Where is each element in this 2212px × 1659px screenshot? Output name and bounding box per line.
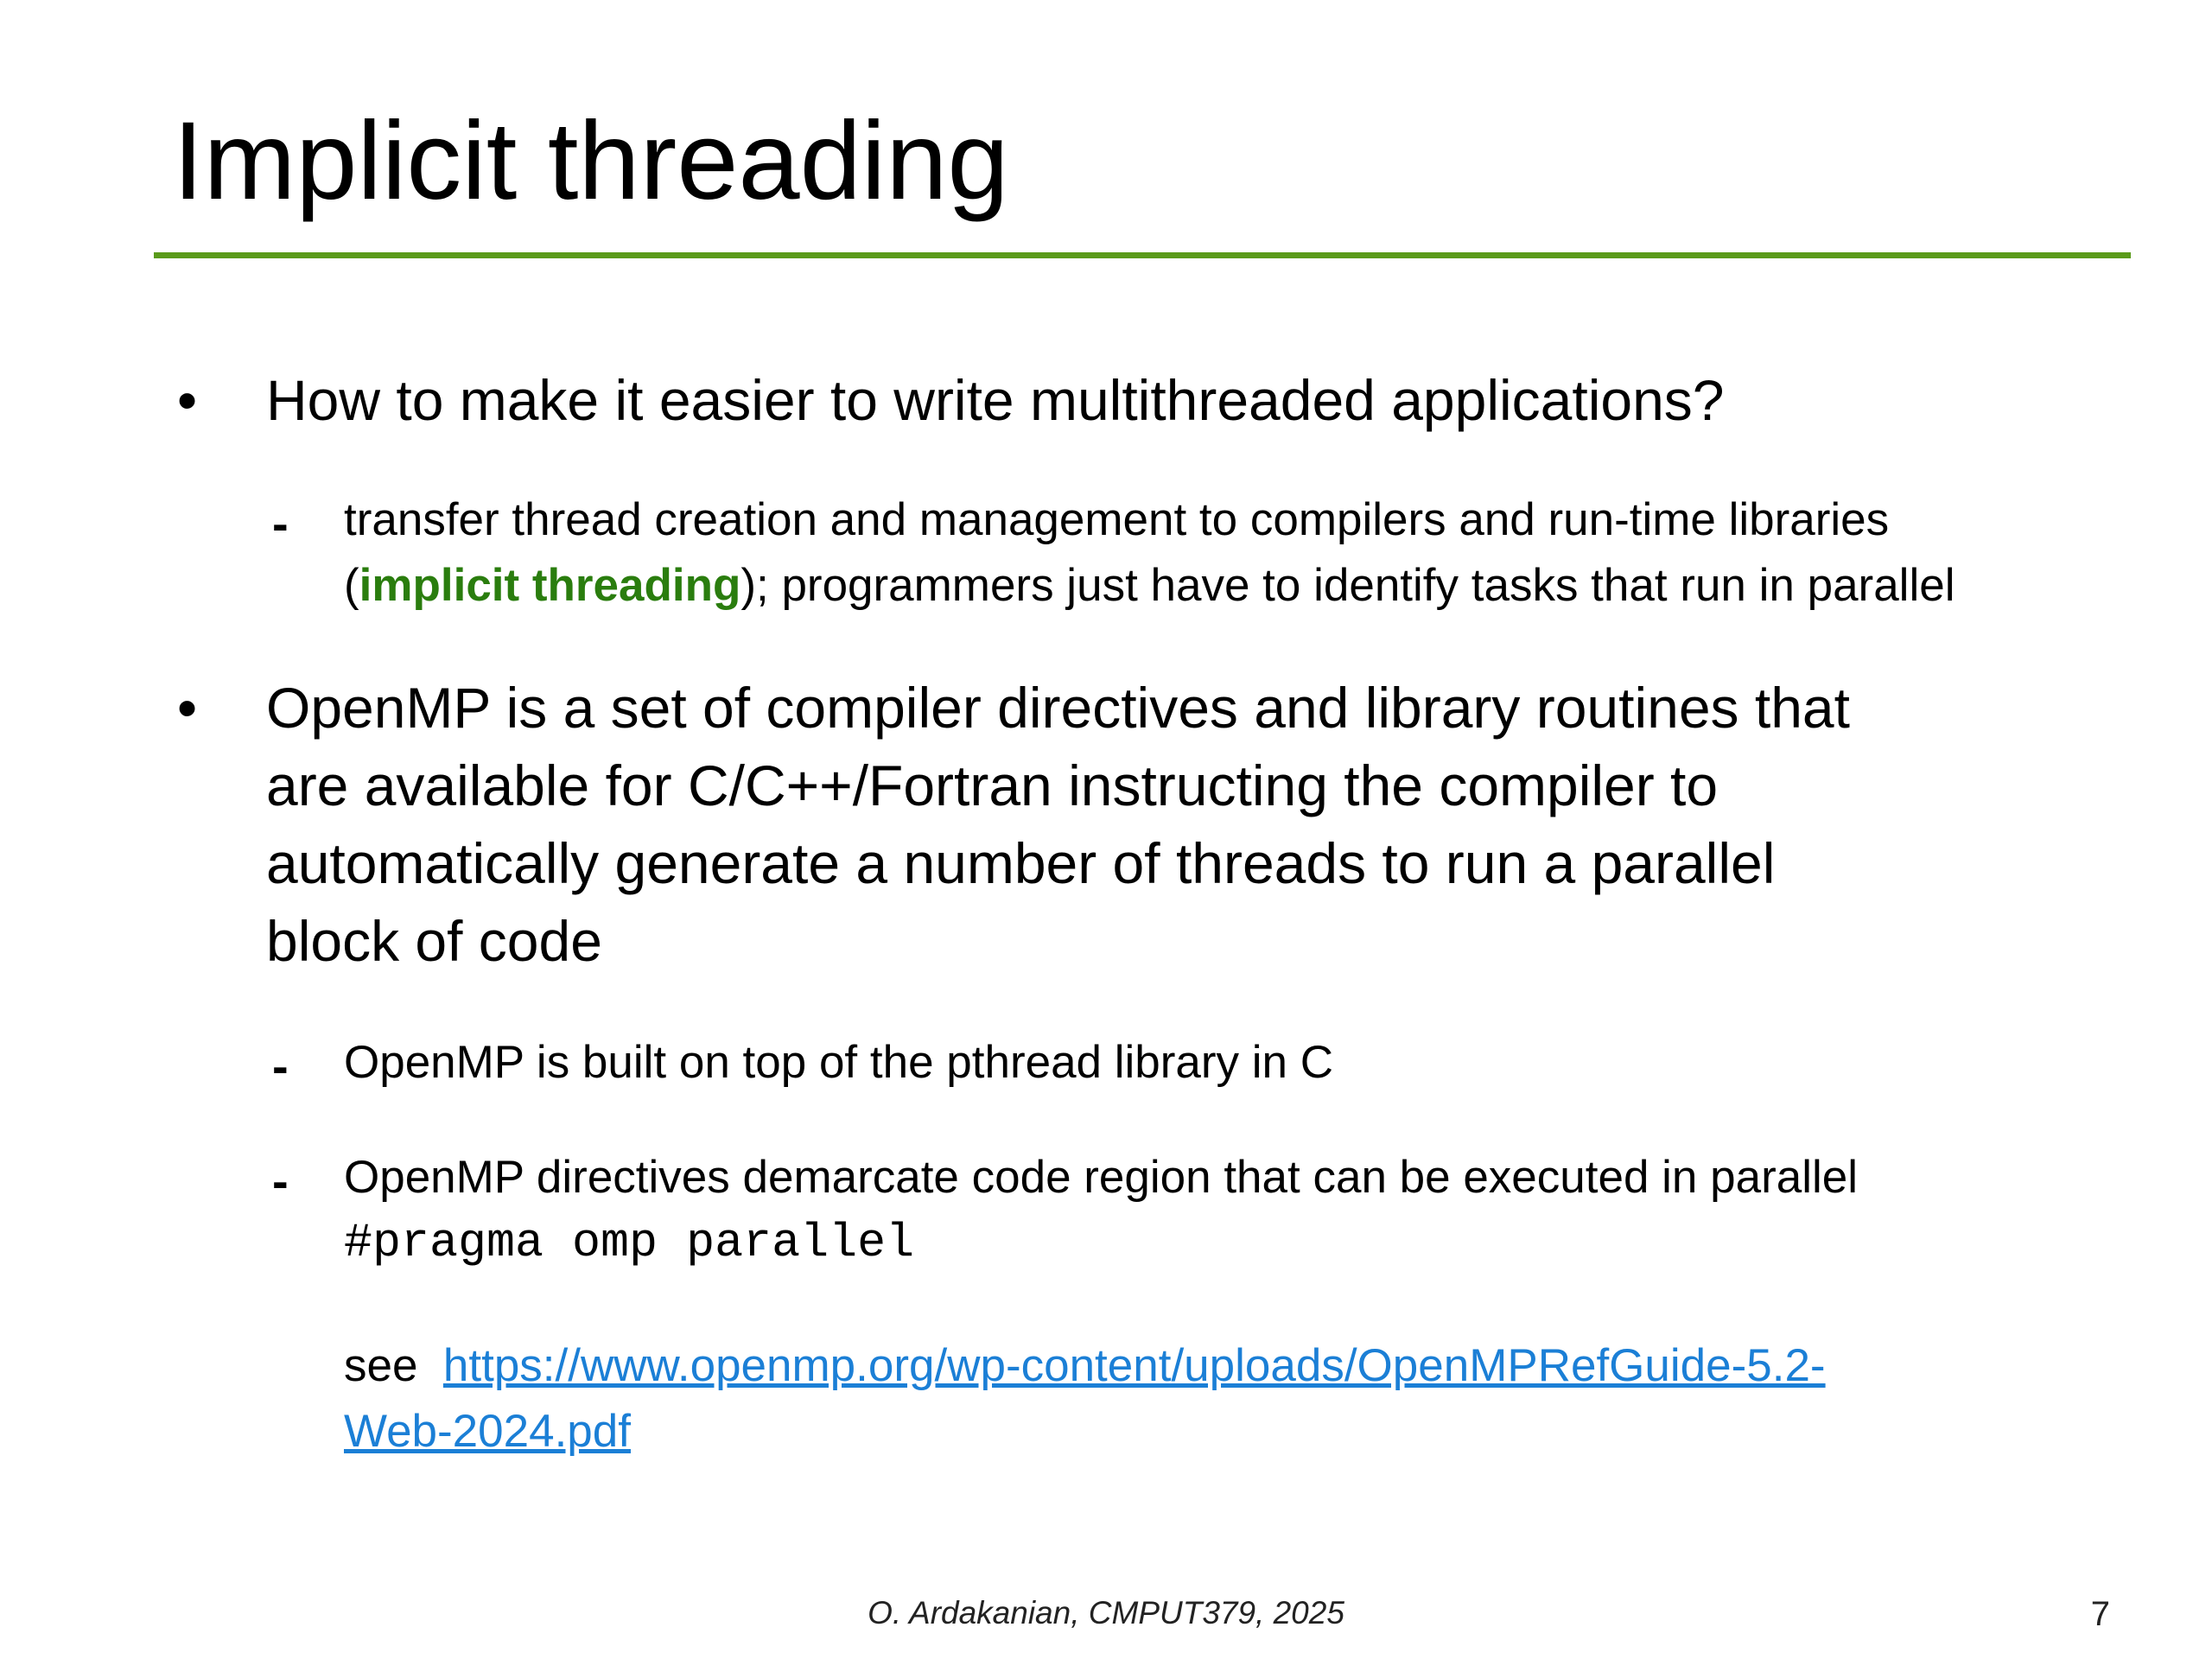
bullet-2-line-1: OpenMP is a set of compiler directives a…: [266, 676, 1850, 740]
slide-title: Implicit threading: [173, 99, 1009, 223]
bullet-1-text: How to make it easier to write multithre…: [266, 361, 2184, 439]
sub-bullet-line-1: transfer thread creation and management …: [344, 494, 1890, 545]
bullet-1-line: How to make it easier to write multithre…: [266, 368, 1725, 432]
dash-marker: -: [272, 496, 289, 550]
bullet-2-text: OpenMP is a set of compiler directives a…: [266, 669, 2184, 980]
openmp-ref-guide-link-cont[interactable]: Web-2024.pdf: [344, 1406, 631, 1457]
bullet-2-line-3: automatically generate a number of threa…: [266, 831, 1776, 895]
title-underline: [154, 252, 2131, 258]
dash-marker: -: [272, 1039, 289, 1093]
open-paren: (: [344, 560, 359, 611]
bullet-2-line-4: block of code: [266, 909, 602, 973]
sub-bullet-pthread-text: OpenMP is built on top of the pthread li…: [344, 1037, 1334, 1088]
sub-bullet-pthread: OpenMP is built on top of the pthread li…: [344, 1030, 2193, 1096]
reference-line-2: Web-2024.pdf: [344, 1399, 2193, 1465]
openmp-ref-guide-link[interactable]: https://www.openmp.org/wp-content/upload…: [443, 1340, 1826, 1391]
sub-bullet-implicit-threading: transfer thread creation and management …: [344, 487, 2193, 619]
sub-bullet-directives-text: OpenMP directives demarcate code region …: [344, 1152, 1859, 1203]
reference-see: see https://www.openmp.org/wp-content/up…: [344, 1333, 2193, 1465]
see-label: see: [344, 1340, 418, 1391]
pragma-code: #pragma omp parallel: [344, 1216, 915, 1270]
sub-bullet-directives: OpenMP directives demarcate code region …: [344, 1145, 2193, 1276]
bullet-marker: •: [177, 368, 198, 432]
sub-bullet-line-2: (implicit threading); programmers just h…: [344, 553, 2193, 619]
sub-bullet-line-2-rest: ); programmers just have to identify tas…: [741, 560, 1955, 611]
implicit-threading-highlight: implicit threading: [359, 560, 741, 611]
bullet-2-line-2: are available for C/C++/Fortran instruct…: [266, 753, 1719, 817]
dash-marker: -: [272, 1154, 289, 1208]
page-number: 7: [2090, 1595, 2110, 1633]
footer-credit: O. Ardakanian, CMPUT379, 2025: [868, 1595, 1344, 1630]
bullet-marker: •: [177, 676, 198, 740]
reference-line-1: see https://www.openmp.org/wp-content/up…: [344, 1333, 2193, 1399]
